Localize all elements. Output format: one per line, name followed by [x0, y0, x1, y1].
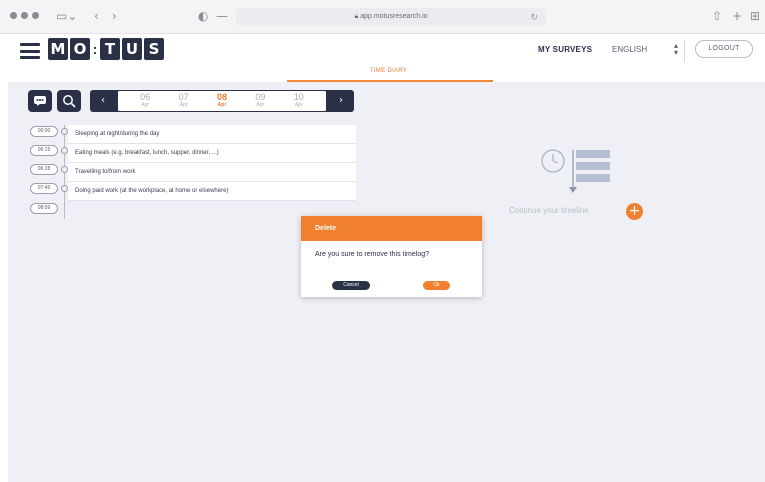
- date-strip: 06 Apr 07 Apr 08 Apr 09 Apr 10 Apr: [118, 91, 326, 111]
- comment-button[interactable]: [28, 90, 52, 112]
- logout-button[interactable]: LOGOUT: [695, 40, 753, 58]
- sidebar-toggle-icon[interactable]: ▭⌄: [56, 8, 77, 24]
- logo-letter: U: [122, 38, 142, 60]
- ok-button[interactable]: Ok: [423, 281, 450, 290]
- date-day: 10: [293, 92, 304, 102]
- cancel-button[interactable]: Cancel: [332, 281, 370, 290]
- date-month: Apr: [179, 102, 188, 108]
- app-header: M O : T U S MY SURVEYS ENGLISH ▴ ▾ LOGOUT…: [0, 34, 765, 82]
- date-cell[interactable]: 07 Apr: [170, 93, 198, 109]
- forward-icon[interactable]: ›: [112, 8, 117, 24]
- date-month: Apr: [141, 102, 150, 108]
- close-window-dot[interactable]: [10, 12, 17, 19]
- timeline-activity[interactable]: Eating meals (e.g. breakfast, lunch, sup…: [68, 144, 356, 163]
- share-icon[interactable]: ⇧: [712, 8, 722, 24]
- time-marker: 07:46: [30, 183, 58, 194]
- minimize-window-dot[interactable]: [21, 12, 28, 19]
- date-month: Apr: [294, 102, 303, 108]
- date-cell[interactable]: 10 Apr: [285, 93, 313, 109]
- zoom-window-dot[interactable]: [32, 12, 39, 19]
- reload-icon[interactable]: ↻: [530, 8, 538, 26]
- my-surveys-link[interactable]: MY SURVEYS: [538, 45, 592, 54]
- timeline-dot: [61, 128, 68, 135]
- back-icon[interactable]: ‹: [94, 8, 99, 24]
- timeline-dot: [61, 185, 68, 192]
- comment-icon: [34, 96, 46, 106]
- browser-toolbar: ▭⌄ ‹ › ◐ — 🔒︎ app.motusresearch.io ↻ ⇧ + …: [0, 0, 765, 34]
- time-marker: 00:00: [30, 126, 58, 137]
- date-day: 07: [178, 92, 189, 102]
- logo-letter: T: [100, 38, 120, 60]
- window-controls[interactable]: [10, 12, 39, 19]
- tab-grid-icon[interactable]: ⊞: [750, 8, 760, 24]
- new-tab-icon[interactable]: +: [732, 8, 742, 24]
- motus-logo: M O : T U S: [48, 38, 164, 60]
- date-cell[interactable]: 09 Apr: [246, 93, 274, 109]
- date-day: 06: [140, 92, 151, 102]
- select-arrows-icon[interactable]: ▴ ▾: [674, 42, 678, 57]
- timeline-activity[interactable]: Sleeping at night/during the day: [68, 125, 356, 144]
- logo-letter: S: [144, 38, 164, 60]
- search-button[interactable]: [57, 90, 81, 112]
- tab-overview-icon[interactable]: —: [216, 8, 228, 24]
- time-marker: 06:28: [30, 164, 58, 175]
- timeline-dot: [61, 147, 68, 154]
- add-timelog-button[interactable]: +: [626, 203, 643, 220]
- previous-day-button[interactable]: ‹: [90, 90, 116, 112]
- next-day-button[interactable]: ›: [328, 90, 354, 112]
- date-cell-selected[interactable]: 08 Apr: [208, 93, 236, 109]
- header-divider: [684, 40, 685, 62]
- lock-icon: 🔒︎: [354, 13, 359, 20]
- address-url: app.motusresearch.io: [360, 13, 428, 20]
- menu-icon[interactable]: [20, 43, 40, 59]
- tab-time-diary[interactable]: TIME DIARY: [370, 68, 407, 74]
- date-month: Apr: [217, 102, 227, 108]
- dialog-message: Are you sure to remove this timelog?: [315, 251, 429, 258]
- timeline-activity[interactable]: Doing paid work (at the workplace, at ho…: [68, 182, 356, 201]
- shield-icon[interactable]: ◐: [198, 8, 208, 24]
- timeline-dot: [61, 166, 68, 173]
- delete-dialog: Delete Are you sure to remove this timel…: [301, 216, 482, 297]
- dialog-title: Delete: [301, 216, 482, 241]
- continue-timeline-text: Continue your timeline.: [509, 206, 591, 215]
- time-marker: 06:15: [30, 145, 58, 156]
- date-day: 09: [255, 92, 266, 102]
- date-day: 08: [216, 92, 227, 102]
- search-icon: [63, 95, 76, 108]
- timeline-clock-icon: [541, 149, 610, 193]
- date-cell[interactable]: 06 Apr: [131, 93, 159, 109]
- logo-letter: M: [48, 38, 68, 60]
- date-navigator: ‹ 06 Apr 07 Apr 08 Apr 09 Apr 10 Apr ›: [90, 90, 354, 112]
- date-month: Apr: [256, 102, 265, 108]
- language-select[interactable]: ENGLISH: [612, 45, 647, 54]
- logo-separator: :: [92, 41, 98, 57]
- address-bar[interactable]: 🔒︎ app.motusresearch.io ↻: [236, 8, 546, 26]
- logo-letter: O: [70, 38, 90, 60]
- timeline-activity[interactable]: Travelling to/from work: [68, 163, 356, 182]
- time-marker: 08:09: [30, 203, 58, 214]
